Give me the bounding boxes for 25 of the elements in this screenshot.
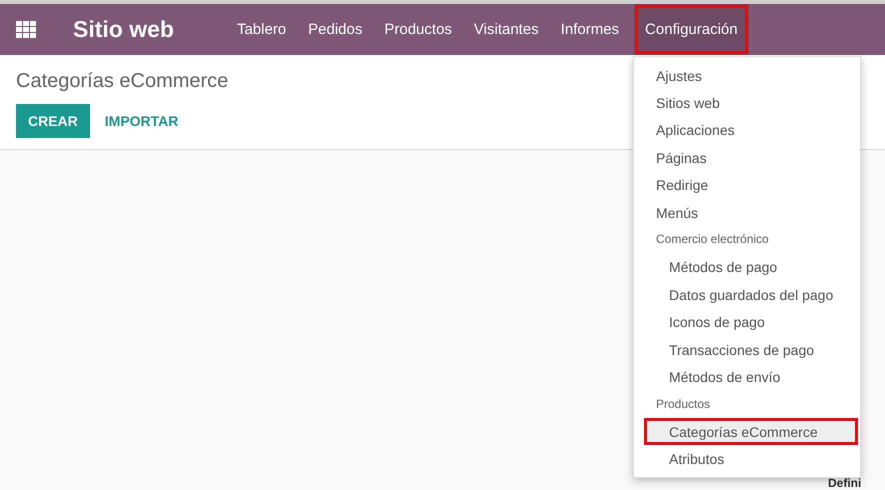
menu-item[interactable]: Métodos de pago [634,254,860,282]
nav-menu-item[interactable]: Configuración [634,4,749,55]
menu-section-header: Productos [655,396,712,413]
page-title: Categorías eCommerce [16,70,228,93]
menu-item[interactable]: Redirige [634,172,860,199]
nav-menu-item[interactable]: Pedidos [297,4,374,55]
app-title: Sitio web [73,16,174,43]
menu-item[interactable]: Métodos de envío [634,363,860,391]
menu-item[interactable]: Páginas [634,144,860,172]
apps-menu-icon[interactable] [16,21,36,38]
menu-item[interactable]: Sitios web [634,89,860,117]
nav-menu-item[interactable]: Visitantes [462,4,550,55]
menu-item[interactable]: Aplicaciones [634,116,860,144]
nav-menu-item[interactable]: Tablero [226,4,298,55]
menu-item[interactable]: Menús [634,198,860,226]
menu-item[interactable]: Datos guardados del pago [634,281,860,309]
nav-menu-item[interactable]: Informes [550,4,630,55]
background-text: Defini [828,477,862,490]
nav-menu-item[interactable]: Productos [373,4,463,55]
menu-item[interactable]: Transacciones de pago [634,336,860,364]
menu-item[interactable]: Iconos de pago [634,308,860,336]
menu-section-header: Comercio electrónico [655,231,770,248]
menu-item[interactable]: Ajustes [634,62,860,90]
menu-item[interactable]: Categorías eCommerce [644,418,858,446]
menu-item[interactable]: Atributos [634,445,860,473]
